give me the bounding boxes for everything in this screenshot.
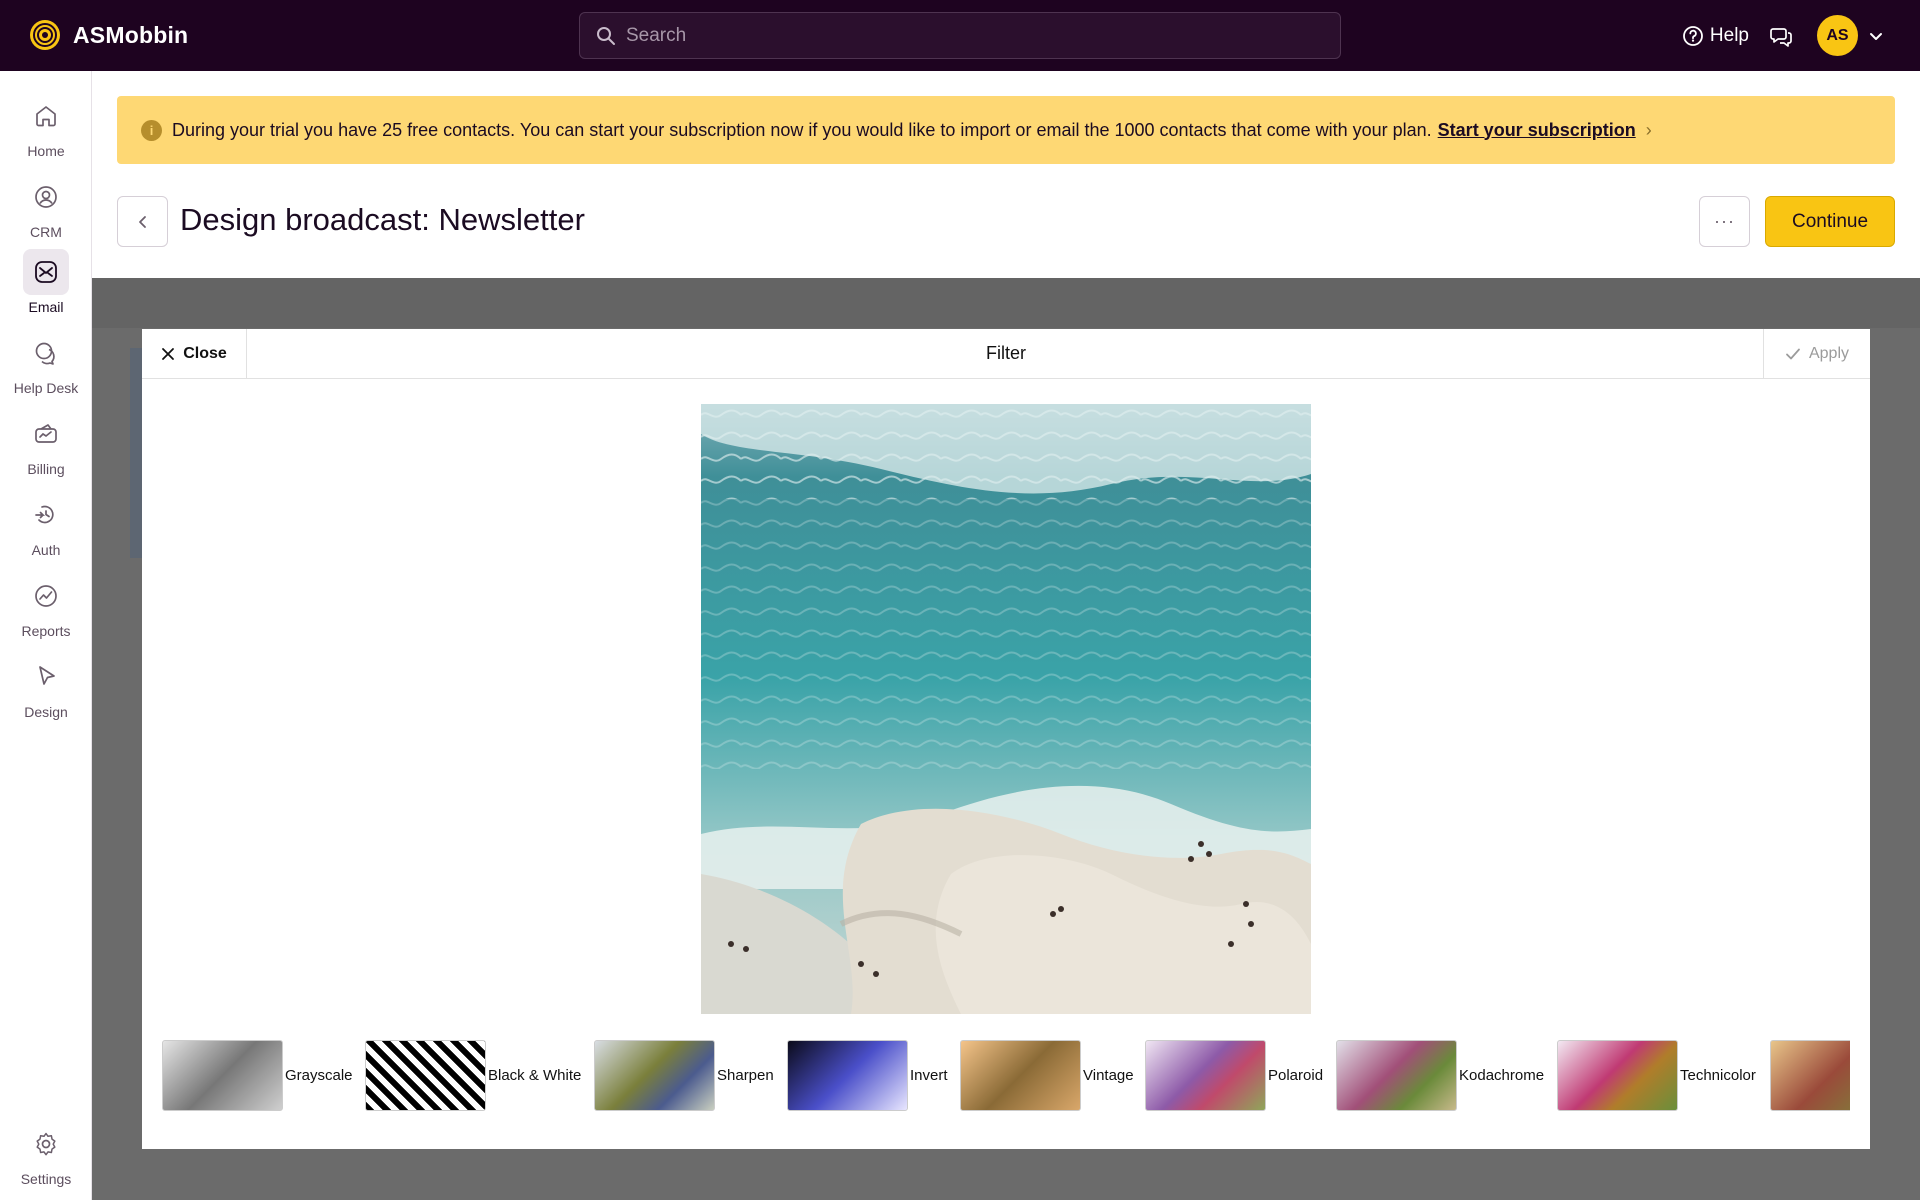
brand-logo-icon [30,20,60,50]
help-label: Help [1709,24,1749,46]
chat-button[interactable] [1767,22,1795,50]
search-icon [597,26,615,45]
filter-thumbnail [1336,1039,1457,1111]
filter-option-invert[interactable]: Invert [787,1039,948,1111]
filter-option-sharpen[interactable]: Sharpen [594,1039,774,1111]
filter-thumbnail [960,1039,1081,1111]
chevron-down-icon [1870,32,1882,40]
check-icon [1786,348,1800,360]
sidebar-item-label: Reports [21,623,71,639]
filter-label: Polaroid [1268,1066,1324,1084]
sidebar-item-label: Auth [31,542,61,558]
continue-button[interactable]: Continue [1765,196,1895,247]
banner-text: During your trial you have 25 free conta… [172,119,1432,140]
help-icon [1683,25,1703,46]
chevron-right-icon: › [1645,119,1652,140]
info-icon: i [141,119,162,141]
trial-banner: i During your trial you have 25 free con… [117,96,1895,164]
filter-thumbnail [162,1039,283,1111]
filter-label: Invert [910,1066,948,1084]
sidebar-item-design[interactable]: Design [0,654,92,720]
back-button[interactable] [117,196,168,247]
filter-label: Sharpen [717,1066,774,1084]
help-desk-icon [35,342,55,365]
start-subscription-link[interactable]: Start your subscription [1438,120,1636,141]
editor-backdrop: Close Filter Apply Grayscale Black & Whi… [92,278,1920,1200]
email-icon [35,261,57,283]
apply-label: Apply [1808,345,1850,362]
sidebar: Home CRM Email Help Desk Billing Auth Re… [0,71,92,1200]
avatar: AS [1817,15,1858,56]
filter-label: Technicolor [1680,1066,1756,1084]
sidebar-item-settings[interactable]: Settings [0,1121,92,1187]
design-icon [39,666,55,685]
help-button[interactable]: Help [1682,25,1749,47]
editor-toolbar-dimmed [92,278,1920,328]
filter-modal: Close Filter Apply Grayscale Black & Whi… [142,329,1870,1149]
filter-thumbnail [787,1039,908,1111]
filter-label: Vintage [1083,1066,1134,1084]
sidebar-item-billing[interactable]: Billing [0,411,92,477]
sidebar-item-label: Email [28,299,64,315]
sidebar-item-help-desk[interactable]: Help Desk [0,330,92,396]
account-menu[interactable]: AS [1817,15,1884,56]
main-content: i During your trial you have 25 free con… [92,71,1920,1200]
search-box[interactable] [579,12,1341,59]
chat-icon [1770,27,1792,47]
brand-name: ASMobbin [73,21,189,48]
filter-option-black-white[interactable]: Black & White [365,1039,581,1111]
gear-icon [36,1132,56,1156]
filter-label: Grayscale [285,1066,353,1084]
top-right-actions: Help AS [1682,14,1884,57]
filter-option-kodachrome[interactable]: Kodachrome [1336,1039,1544,1111]
filter-option-more[interactable] [1770,1039,1850,1111]
page-header: Design broadcast: Newsletter ··· Continu… [117,196,1895,248]
search-input[interactable] [626,24,1306,47]
filter-option-vintage[interactable]: Vintage [960,1039,1134,1111]
page-title: Design broadcast: Newsletter [180,202,585,237]
filter-thumbnail [594,1039,715,1111]
sidebar-item-email[interactable]: Email [0,249,92,315]
filter-thumbnail [1145,1039,1266,1111]
top-bar: ASMobbin Help AS [0,0,1920,71]
sidebar-item-reports[interactable]: Reports [0,573,92,639]
sidebar-item-label: Settings [20,1171,72,1187]
filter-label: Kodachrome [1459,1066,1545,1084]
crm-icon [35,186,57,208]
filter-strip[interactable]: Grayscale Black & White Sharpen Invert V… [162,1039,1850,1113]
modal-title: Filter [986,343,1026,363]
filter-option-grayscale[interactable]: Grayscale [162,1039,353,1111]
filter-option-polaroid[interactable]: Polaroid [1145,1039,1323,1111]
filter-label: Black & White [488,1066,582,1084]
apply-button[interactable]: Apply [1763,329,1870,379]
sidebar-item-label: Billing [27,461,65,477]
chevron-left-icon [138,215,146,228]
sidebar-item-home[interactable]: Home [0,93,92,159]
filter-thumbnail [1557,1039,1678,1111]
auth-icon [35,505,54,524]
filter-thumbnail [1770,1039,1850,1111]
home-icon [36,106,56,127]
sidebar-item-label: CRM [30,224,62,240]
filter-thumbnail [365,1039,486,1111]
sidebar-item-auth[interactable]: Auth [0,492,92,558]
filter-option-technicolor[interactable]: Technicolor [1557,1039,1756,1111]
sidebar-item-label: Design [24,704,68,720]
sidebar-item-crm[interactable]: CRM [0,174,92,240]
image-preview [701,404,1311,1014]
reports-icon [35,585,57,607]
sidebar-item-label: Home [27,143,65,159]
brand[interactable]: ASMobbin [29,19,188,51]
more-options-button[interactable]: ··· [1699,196,1750,247]
modal-header: Close Filter Apply [142,329,1870,379]
billing-icon [35,424,57,443]
beach-photo [701,404,1311,1014]
sidebar-item-label: Help Desk [13,380,79,396]
